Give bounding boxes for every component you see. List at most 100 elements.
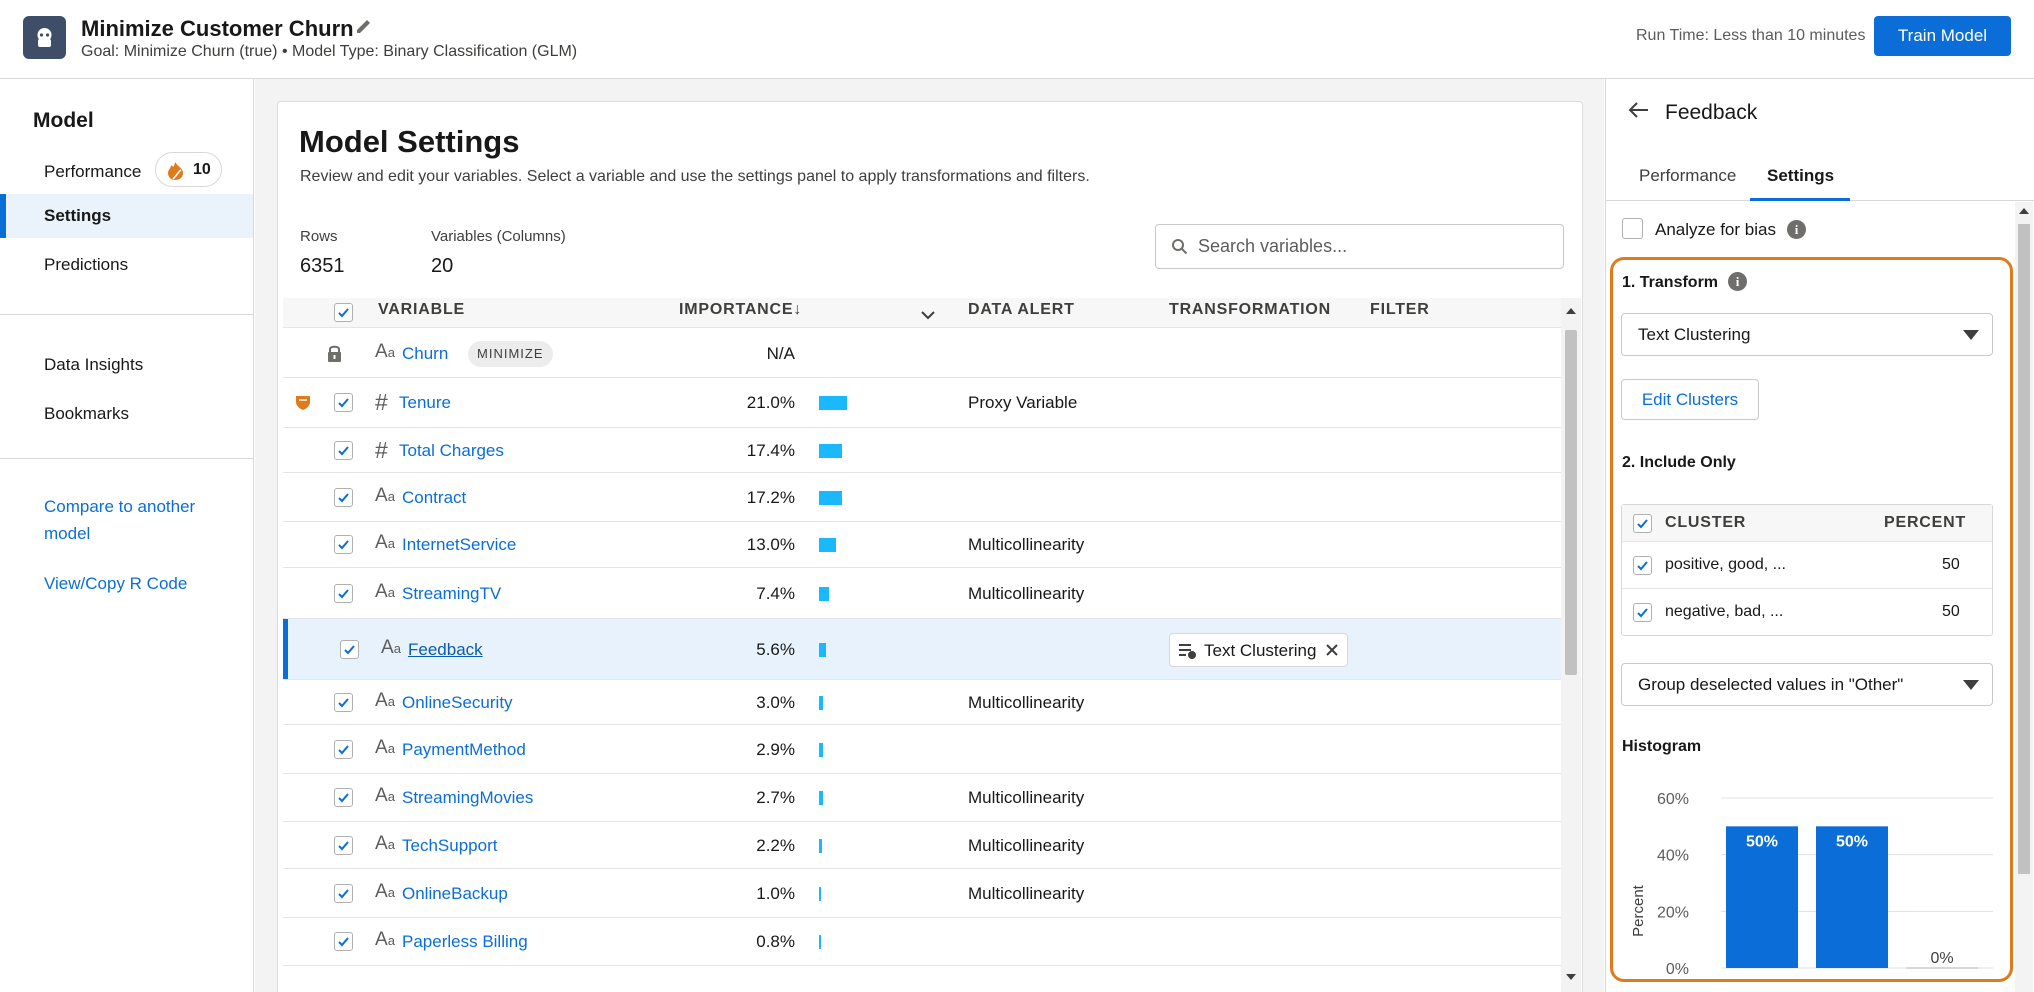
table-row[interactable]: Aa TechSupport 2.2% Multicollinearity xyxy=(283,822,1565,869)
train-model-button[interactable]: Train Model xyxy=(1874,16,2011,56)
column-header-data-alert[interactable]: DATA ALERT xyxy=(968,301,1075,319)
search-variables-input[interactable] xyxy=(1198,227,1548,266)
importance-value: 0.8% xyxy=(756,932,795,951)
edit-pencil-icon[interactable] xyxy=(355,17,373,40)
scroll-thumb[interactable] xyxy=(2018,224,2030,874)
importance-bar xyxy=(819,839,822,853)
variable-checkbox[interactable] xyxy=(334,932,353,951)
variable-name-link[interactable]: Paperless Billing xyxy=(402,932,528,952)
histogram-chart: 0% 20% 40% 60% Percent 50% 50% 0% xyxy=(1630,791,1993,978)
importance-value: 2.7% xyxy=(756,788,795,807)
caret-down-icon xyxy=(1963,330,1979,340)
text-type-icon: Aa xyxy=(375,785,395,806)
variable-name-link[interactable]: Feedback xyxy=(408,640,483,660)
importance-value: 17.2% xyxy=(746,488,795,507)
variable-name-link[interactable]: Total Charges xyxy=(399,441,504,461)
run-time-text: Run Time: Less than 10 minutes xyxy=(1636,27,1866,44)
table-row[interactable]: Aa InternetService 13.0% Multicollinearity xyxy=(283,522,1565,568)
analyze-bias-checkbox[interactable] xyxy=(1622,218,1643,239)
cluster-table: CLUSTER PERCENT positive, good, ... 50 n… xyxy=(1621,504,1993,636)
variable-checkbox[interactable] xyxy=(334,535,353,554)
column-header-variable[interactable]: VARIABLE xyxy=(378,301,465,319)
variable-name-link[interactable]: InternetService xyxy=(402,535,516,555)
compare-model-link[interactable]: Compare to another model xyxy=(44,493,234,547)
scroll-thumb[interactable] xyxy=(1565,330,1577,675)
table-row[interactable]: Aa Churn MINIMIZE N/A xyxy=(283,329,1565,378)
bar-data-label: 50% xyxy=(1836,833,1868,850)
nav-item-label: Bookmarks xyxy=(44,404,130,423)
text-clustering-icon xyxy=(1179,644,1196,659)
left-nav: Model Performance 10 Settings Prediction… xyxy=(0,79,254,992)
tab-performance[interactable]: Performance xyxy=(1639,166,1736,186)
table-row[interactable]: Aa StreamingTV 7.4% Multicollinearity xyxy=(283,568,1565,619)
variable-checkbox[interactable] xyxy=(334,584,353,603)
variable-checkbox[interactable] xyxy=(334,441,353,460)
table-row[interactable]: Aa StreamingMovies 2.7% Multicollinearity xyxy=(283,774,1565,822)
table-scrollbar[interactable] xyxy=(1561,298,1581,992)
nav-item-data-insights[interactable]: Data Insights xyxy=(0,343,253,387)
table-row[interactable]: # Total Charges 17.4% xyxy=(283,428,1565,473)
select-all-clusters-checkbox[interactable] xyxy=(1633,514,1652,533)
variable-name-link[interactable]: Churn xyxy=(402,344,448,364)
select-all-checkbox[interactable] xyxy=(334,303,353,322)
view-r-code-link[interactable]: View/Copy R Code xyxy=(44,570,234,597)
nav-item-bookmarks[interactable]: Bookmarks xyxy=(0,392,253,436)
text-type-icon: Aa xyxy=(375,929,395,950)
importance-value: 2.2% xyxy=(756,836,795,855)
info-icon[interactable]: i xyxy=(1728,272,1747,291)
variable-checkbox[interactable] xyxy=(334,488,353,507)
back-arrow-icon[interactable] xyxy=(1628,101,1650,124)
variable-checkbox[interactable] xyxy=(334,884,353,903)
info-icon[interactable]: i xyxy=(1787,220,1806,239)
variable-name-link[interactable]: OnlineBackup xyxy=(402,884,508,904)
variable-checkbox[interactable] xyxy=(334,393,353,412)
variable-name-link[interactable]: TechSupport xyxy=(402,836,497,856)
model-settings-title: Model Settings xyxy=(299,124,520,159)
table-row[interactable]: # Tenure 21.0% Proxy Variable xyxy=(283,378,1565,428)
table-row[interactable]: Aa OnlineSecurity 3.0% Multicollinearity xyxy=(283,680,1565,725)
variable-name-link[interactable]: PaymentMethod xyxy=(402,740,526,760)
fire-icon xyxy=(168,162,183,180)
variable-checkbox[interactable] xyxy=(334,693,353,712)
variable-name-link[interactable]: OnlineSecurity xyxy=(402,693,513,713)
column-header-importance[interactable]: IMPORTANCE↓ xyxy=(679,301,802,319)
variable-name-link[interactable]: Tenure xyxy=(399,393,451,413)
chevron-down-icon[interactable] xyxy=(920,306,936,326)
table-row[interactable]: Aa Contract 17.2% xyxy=(283,473,1565,522)
variable-name-link[interactable]: StreamingTV xyxy=(402,584,501,604)
tab-settings[interactable]: Settings xyxy=(1767,166,1834,186)
search-variables-box[interactable] xyxy=(1155,224,1564,269)
transformation-tag[interactable]: Text Clustering xyxy=(1169,633,1348,667)
column-header-filter[interactable]: FILTER xyxy=(1370,301,1430,319)
importance-bar xyxy=(819,444,842,458)
panel-scrollbar[interactable] xyxy=(2015,202,2033,992)
variable-name-link[interactable]: StreamingMovies xyxy=(402,788,533,808)
data-alert-text: Multicollinearity xyxy=(968,535,1085,554)
cluster-checkbox[interactable] xyxy=(1633,556,1652,575)
variable-checkbox[interactable] xyxy=(340,640,359,659)
table-row[interactable]: Aa OnlineBackup 1.0% Multicollinearity xyxy=(283,869,1565,918)
cluster-row[interactable]: negative, bad, ... 50 xyxy=(1622,589,1992,636)
edit-clusters-button[interactable]: Edit Clusters xyxy=(1621,379,1759,420)
nav-divider xyxy=(0,458,253,459)
table-row[interactable]: Aa Feedback 5.6% Text Clustering xyxy=(283,619,1565,680)
app-logo-icon xyxy=(23,16,66,59)
variable-checkbox[interactable] xyxy=(334,740,353,759)
transformation-tag-label: Text Clustering xyxy=(1204,641,1317,660)
importance-value: N/A xyxy=(766,344,795,363)
column-header-transformation[interactable]: TRANSFORMATION xyxy=(1169,301,1331,319)
cluster-checkbox[interactable] xyxy=(1633,603,1652,622)
cluster-row[interactable]: positive, good, ... 50 xyxy=(1622,542,1992,589)
group-deselected-select[interactable]: Group deselected values in "Other" xyxy=(1621,663,1993,706)
variable-checkbox[interactable] xyxy=(334,836,353,855)
rows-label: Rows xyxy=(300,228,338,245)
nav-item-settings[interactable]: Settings xyxy=(0,194,253,238)
variable-name-link[interactable]: Contract xyxy=(402,488,466,508)
table-row[interactable]: Aa Paperless Billing 0.8% xyxy=(283,918,1565,966)
table-row[interactable]: Aa PaymentMethod 2.9% xyxy=(283,725,1565,774)
nav-item-predictions[interactable]: Predictions xyxy=(0,243,253,287)
variable-checkbox[interactable] xyxy=(334,788,353,807)
y-axis-label: Percent xyxy=(1630,884,1647,937)
cluster-table-header: CLUSTER PERCENT xyxy=(1622,505,1992,542)
transform-select[interactable]: Text Clustering xyxy=(1621,313,1993,356)
